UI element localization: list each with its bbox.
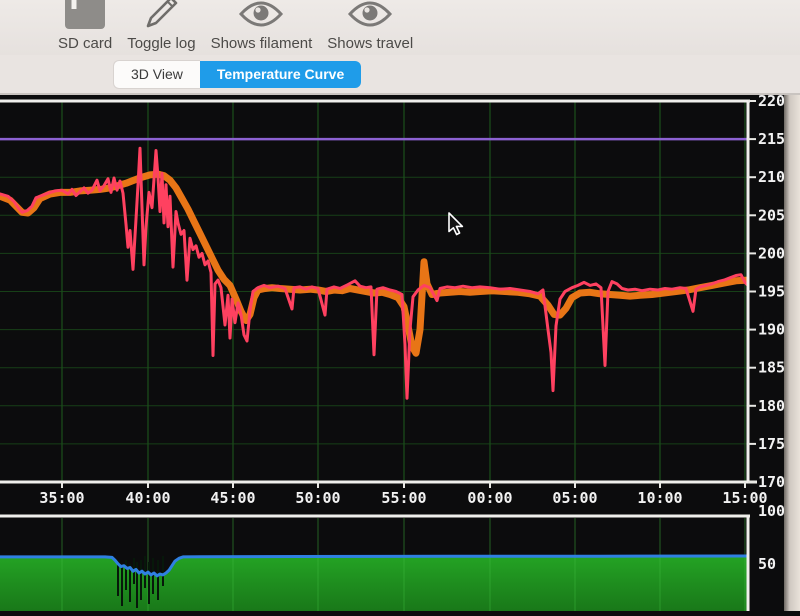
- x-axis-label: 55:00: [381, 489, 426, 507]
- y-axis-label: 175: [758, 435, 785, 453]
- power-fill: [0, 556, 748, 611]
- toolbar-item-label: SD card: [58, 35, 112, 52]
- y-axis-label: 195: [758, 283, 785, 301]
- y-axis-label: 185: [758, 359, 785, 377]
- x-axis-label: 45:00: [210, 489, 255, 507]
- x-axis-label: 05:00: [552, 489, 597, 507]
- power-y-axis-label: 50: [758, 555, 776, 573]
- y-axis-label: 210: [758, 168, 785, 186]
- x-axis-label: 35:00: [39, 489, 84, 507]
- y-axis-label: 200: [758, 244, 785, 262]
- toolbar-item-label: Shows travel: [327, 35, 413, 52]
- toolbar-item-label: Toggle log: [127, 35, 195, 52]
- toolbar-item-sd-card[interactable]: SD card: [58, 0, 112, 55]
- y-axis-label: 180: [758, 397, 785, 415]
- tab-3d-view[interactable]: 3D View: [113, 60, 200, 89]
- tab-temperature-curve[interactable]: Temperature Curve: [200, 61, 361, 88]
- toolbar-item-label: Shows filament: [211, 35, 313, 52]
- y-axis-label: 205: [758, 206, 785, 224]
- chart-canvas: 22021521020520019519018518017517035:0040…: [0, 95, 800, 611]
- monitor-bezel: [784, 95, 800, 611]
- x-axis-label: 10:00: [637, 489, 682, 507]
- eye-icon: [347, 0, 393, 34]
- y-axis-label: 215: [758, 130, 785, 148]
- toolbar-item-shows-travel[interactable]: Shows travel: [327, 0, 413, 55]
- tab-bar: 3D ViewTemperature Curve: [0, 55, 800, 93]
- toolbar: SD card Toggle log Shows filament Shows tra…: [0, 0, 800, 55]
- app-window: SD card Toggle log Shows filament Shows tra…: [0, 0, 800, 611]
- y-axis-label: 190: [758, 321, 785, 339]
- x-axis-label: 40:00: [125, 489, 170, 507]
- toolbar-item-shows-filament[interactable]: Shows filament: [211, 0, 313, 55]
- toolbar-item-toggle-log[interactable]: Toggle log: [127, 0, 195, 55]
- y-axis-label: 220: [758, 95, 785, 110]
- temperature-chart: 22021521020520019519018518017517035:0040…: [0, 95, 800, 611]
- eye-icon: [238, 0, 284, 34]
- x-axis-label: 00:00: [467, 489, 512, 507]
- pencil-icon: [143, 0, 179, 34]
- x-axis-label: 50:00: [295, 489, 340, 507]
- sd-card-icon: [63, 0, 107, 34]
- power-y-axis-label: 100: [758, 502, 785, 520]
